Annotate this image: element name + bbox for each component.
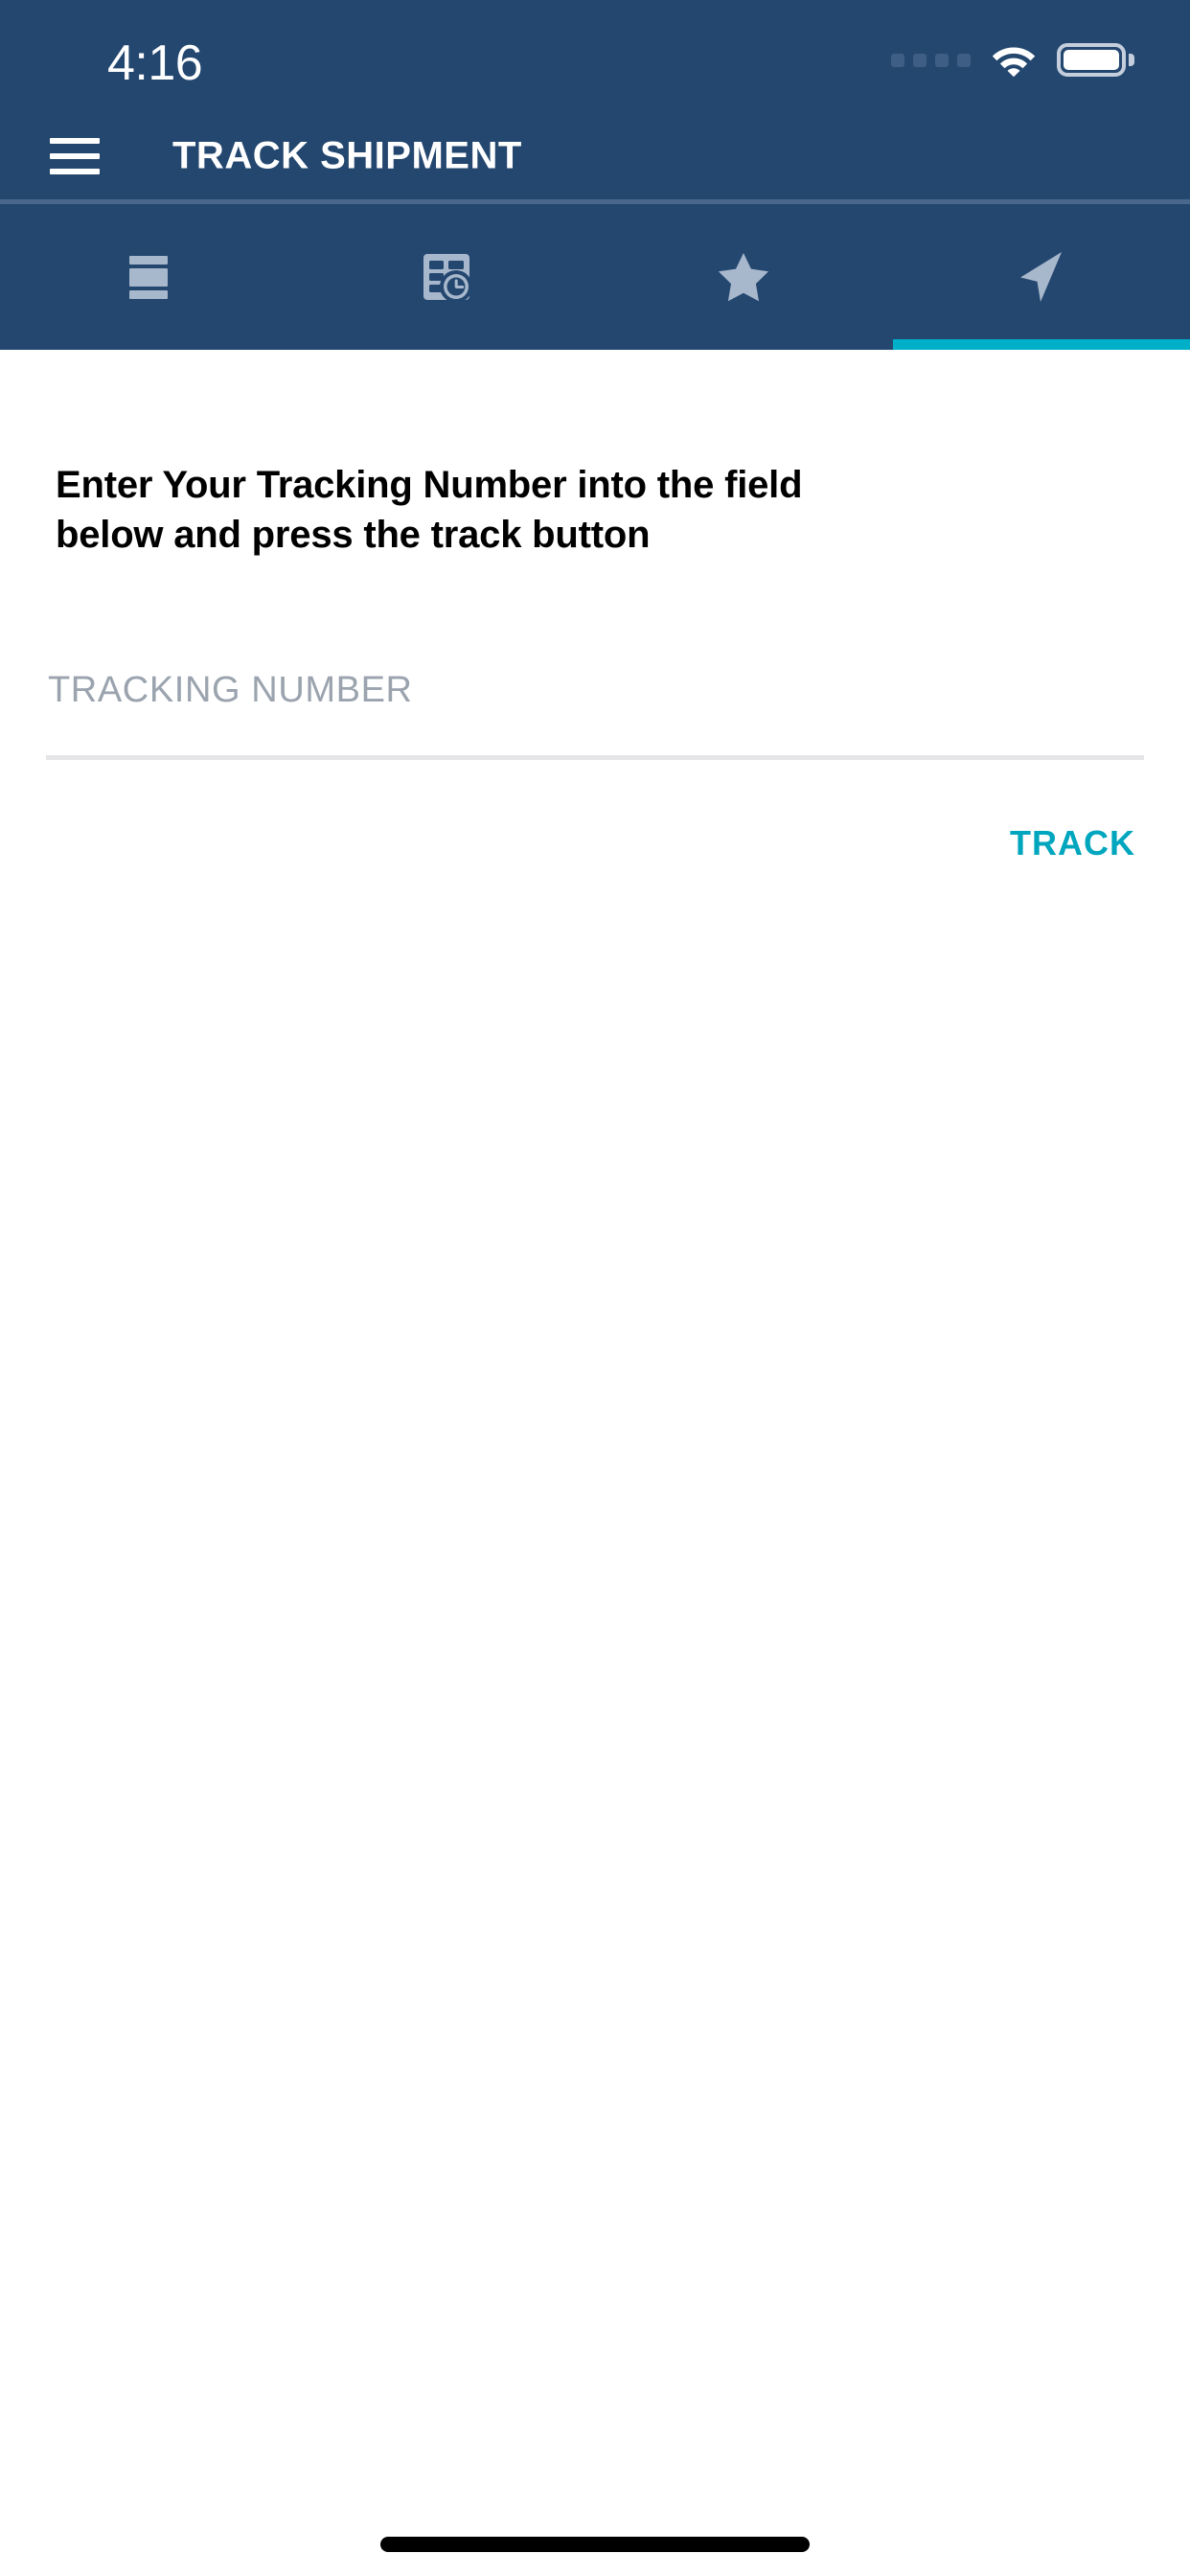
tab-track[interactable]	[892, 204, 1190, 350]
phone-screen: 4:16 TRACK SHIPMENT Enter Your Tracking …	[0, 0, 1190, 2576]
tab-shipments[interactable]	[0, 204, 298, 350]
instruction-text: Enter Your Tracking Number into the fiel…	[56, 464, 803, 556]
page-title: TRACK SHIPMENT	[172, 134, 522, 177]
tab-pending[interactable]	[298, 204, 596, 350]
tracking-number-underline	[46, 755, 1144, 760]
navigation-arrow-icon	[1001, 237, 1082, 317]
status-bar-indicators	[891, 43, 1134, 77]
home-indicator[interactable]	[380, 2537, 810, 2552]
status-bar: 4:16	[0, 0, 1190, 113]
battery-full-icon	[1057, 43, 1134, 77]
tracking-number-field-group	[46, 667, 1144, 760]
hamburger-menu-icon[interactable]	[50, 133, 105, 179]
main-content: Enter Your Tracking Number into the fiel…	[0, 350, 1190, 2576]
tab-favorites[interactable]	[595, 204, 893, 350]
app-bar: TRACK SHIPMENT	[0, 113, 1190, 199]
tracking-number-input[interactable]	[46, 667, 1144, 755]
wifi-icon	[992, 44, 1036, 77]
status-bar-clock: 4:16	[107, 35, 203, 91]
home-indicator-area	[0, 2466, 1190, 2576]
table-clock-icon	[406, 237, 487, 317]
signal-dots-icon	[891, 53, 971, 67]
track-button[interactable]: TRACK	[998, 814, 1147, 873]
list-layout-icon	[108, 237, 189, 317]
star-icon	[703, 237, 784, 317]
tab-active-indicator	[892, 339, 1190, 350]
tab-bar	[0, 204, 1190, 350]
